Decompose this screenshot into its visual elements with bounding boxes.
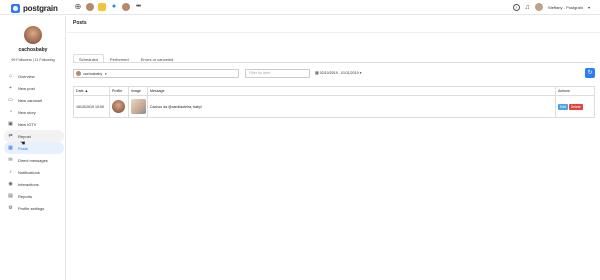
bell-icon: ♪ (9, 168, 12, 175)
chevron-down-icon: ▾ (359, 70, 362, 75)
column-header-message: Message (146, 86, 557, 96)
sidebar-item-label: Reports (18, 193, 33, 199)
account-select[interactable]: cachosbaby ▼ (73, 69, 239, 78)
message-icon: ✉ (8, 156, 13, 163)
sidebar-item-label: New post (18, 85, 35, 91)
sidebar-item-overview[interactable]: ⌂ Overview (4, 70, 64, 82)
sidebar-item-profile-settings[interactable]: ⚙ Profile settings (4, 202, 64, 214)
column-header-profile: Profile (108, 86, 129, 96)
date-range-value: 02/10/2019 - 01/11/2019 (319, 70, 359, 75)
cell-message: Cachos da @camilaoteira, baby! (146, 95, 557, 118)
user-menu: ? ♫ Steffany - Postgrain ▾ (512, 3, 590, 11)
postgrain-logo-icon (11, 3, 20, 13)
sidebar-item-label: Notifications (18, 169, 40, 175)
table-row: 15/10/2019 10:00 Cachos da @camilaoteira… (73, 95, 595, 118)
edit-button[interactable]: Edit (558, 103, 568, 110)
column-header-actions: Actions (555, 86, 595, 96)
sidebar-item-label: New story (18, 109, 36, 115)
sidebar-item-new-story[interactable]: ◔ New story (4, 106, 64, 118)
sidebar-item-reports[interactable]: ▤ Reports (4, 190, 64, 202)
chevron-down-icon: ▼ (104, 71, 108, 76)
more-icon[interactable]: ••• (134, 3, 142, 11)
sidebar-item-new-post[interactable]: + New post (4, 82, 64, 94)
sidebar-item-label: New IGTV (18, 121, 37, 127)
account-avatar[interactable] (98, 3, 106, 11)
posts-table: Date ▲ Profile Image Message Actions 15/… (73, 86, 595, 118)
sidebar-item-new-igtv[interactable]: ▣ New IGTV (4, 118, 64, 130)
top-bar: postgrain ⊕ ● ••• ? ♫ Steffany - Postgra… (0, 0, 600, 15)
sidebar-item-new-carousel[interactable]: ▭ New carousel (4, 94, 64, 106)
story-icon: ◔ (8, 108, 13, 115)
help-icon[interactable]: ? (512, 3, 520, 11)
profile-stats: 99 Followers | 11 Following (11, 58, 55, 62)
sidebar-nav: ⌂ Overview + New post ▭ New carousel ◔ New s… (4, 70, 64, 214)
interactions-icon: ◉ (8, 180, 13, 187)
bell-icon[interactable]: ♫ (525, 4, 530, 11)
account-avatar[interactable] (122, 3, 130, 11)
calendar-icon: ▦ (315, 70, 319, 75)
cell-image (127, 95, 148, 118)
post-image-thumbnail[interactable] (130, 99, 146, 114)
sidebar-item-label: New carousel (18, 97, 43, 103)
user-avatar[interactable] (534, 3, 543, 11)
sidebar-item-direct-messages[interactable]: ✉ Direct messages (4, 154, 64, 166)
label-filter-input[interactable]: Filter by label (245, 69, 310, 78)
main-content: Posts Scheduled Performed Errors or canc… (67, 16, 600, 280)
cell-profile (108, 95, 129, 118)
reports-icon: ▤ (8, 192, 13, 199)
sidebar-item-label: Profile settings (18, 205, 45, 211)
plus-icon: + (9, 84, 12, 91)
user-name[interactable]: Steffany - Postgrain (548, 5, 583, 10)
account-avatar[interactable]: ● (110, 3, 118, 11)
table-header-row: Date ▲ Profile Image Message Actions (73, 86, 595, 96)
calendar-icon: ▦ (8, 144, 13, 151)
chevron-down-icon[interactable]: ▾ (588, 5, 590, 10)
profile-avatar (24, 26, 42, 44)
tab-underline (73, 62, 595, 63)
home-icon: ⌂ (8, 72, 13, 79)
account-avatar[interactable] (86, 3, 94, 11)
carousel-icon: ▭ (8, 96, 13, 103)
repost-icon: ⇄ (8, 132, 13, 139)
logo-text: postgrain (23, 3, 58, 13)
tv-icon: ▣ (8, 120, 13, 127)
sidebar-item-repost[interactable]: ⇄ Repost (4, 130, 64, 142)
page-title: Posts (73, 20, 87, 26)
profile-username: cachosbaby (18, 47, 48, 53)
date-range-picker[interactable]: ▦ 02/10/2019 - 01/11/2019 ▾ (315, 70, 362, 75)
sidebar-item-interactions[interactable]: ◉ Interactions (4, 178, 64, 190)
sidebar-item-label: Direct messages (18, 157, 48, 163)
add-user-icon[interactable]: ⊕ (74, 3, 82, 11)
refresh-icon: ↻ (587, 70, 593, 76)
hand-cursor-icon: ☚ (20, 141, 26, 147)
account-select-value: cachosbaby (83, 71, 103, 76)
column-header-image: Image (127, 86, 148, 96)
sidebar-item-label: Repost (18, 133, 31, 139)
divider (67, 32, 600, 33)
sidebar-item-notifications[interactable]: ♪ Notifications (4, 166, 64, 178)
cell-date: 15/10/2019 10:00 (73, 95, 110, 118)
account-switcher: ⊕ ● ••• (74, 3, 142, 11)
sidebar-item-label: Overview (18, 73, 35, 79)
profile-avatar (111, 100, 125, 113)
sidebar: cachosbaby 99 Followers | 11 Following ⌂… (0, 16, 66, 280)
cell-actions: Edit Delete (555, 95, 595, 118)
account-avatar (76, 71, 81, 76)
logo[interactable]: postgrain (11, 3, 58, 13)
column-header-date[interactable]: Date ▲ (73, 86, 110, 96)
filters: cachosbaby ▼ Filter by label ▦ 02/10/201… (73, 68, 595, 79)
sidebar-item-label: Interactions (18, 181, 39, 187)
refresh-button[interactable]: ↻ (585, 68, 595, 78)
sidebar-item-posts[interactable]: ▦ Posts (4, 142, 64, 154)
gear-icon: ⚙ (8, 204, 13, 211)
delete-button[interactable]: Delete (568, 103, 583, 110)
